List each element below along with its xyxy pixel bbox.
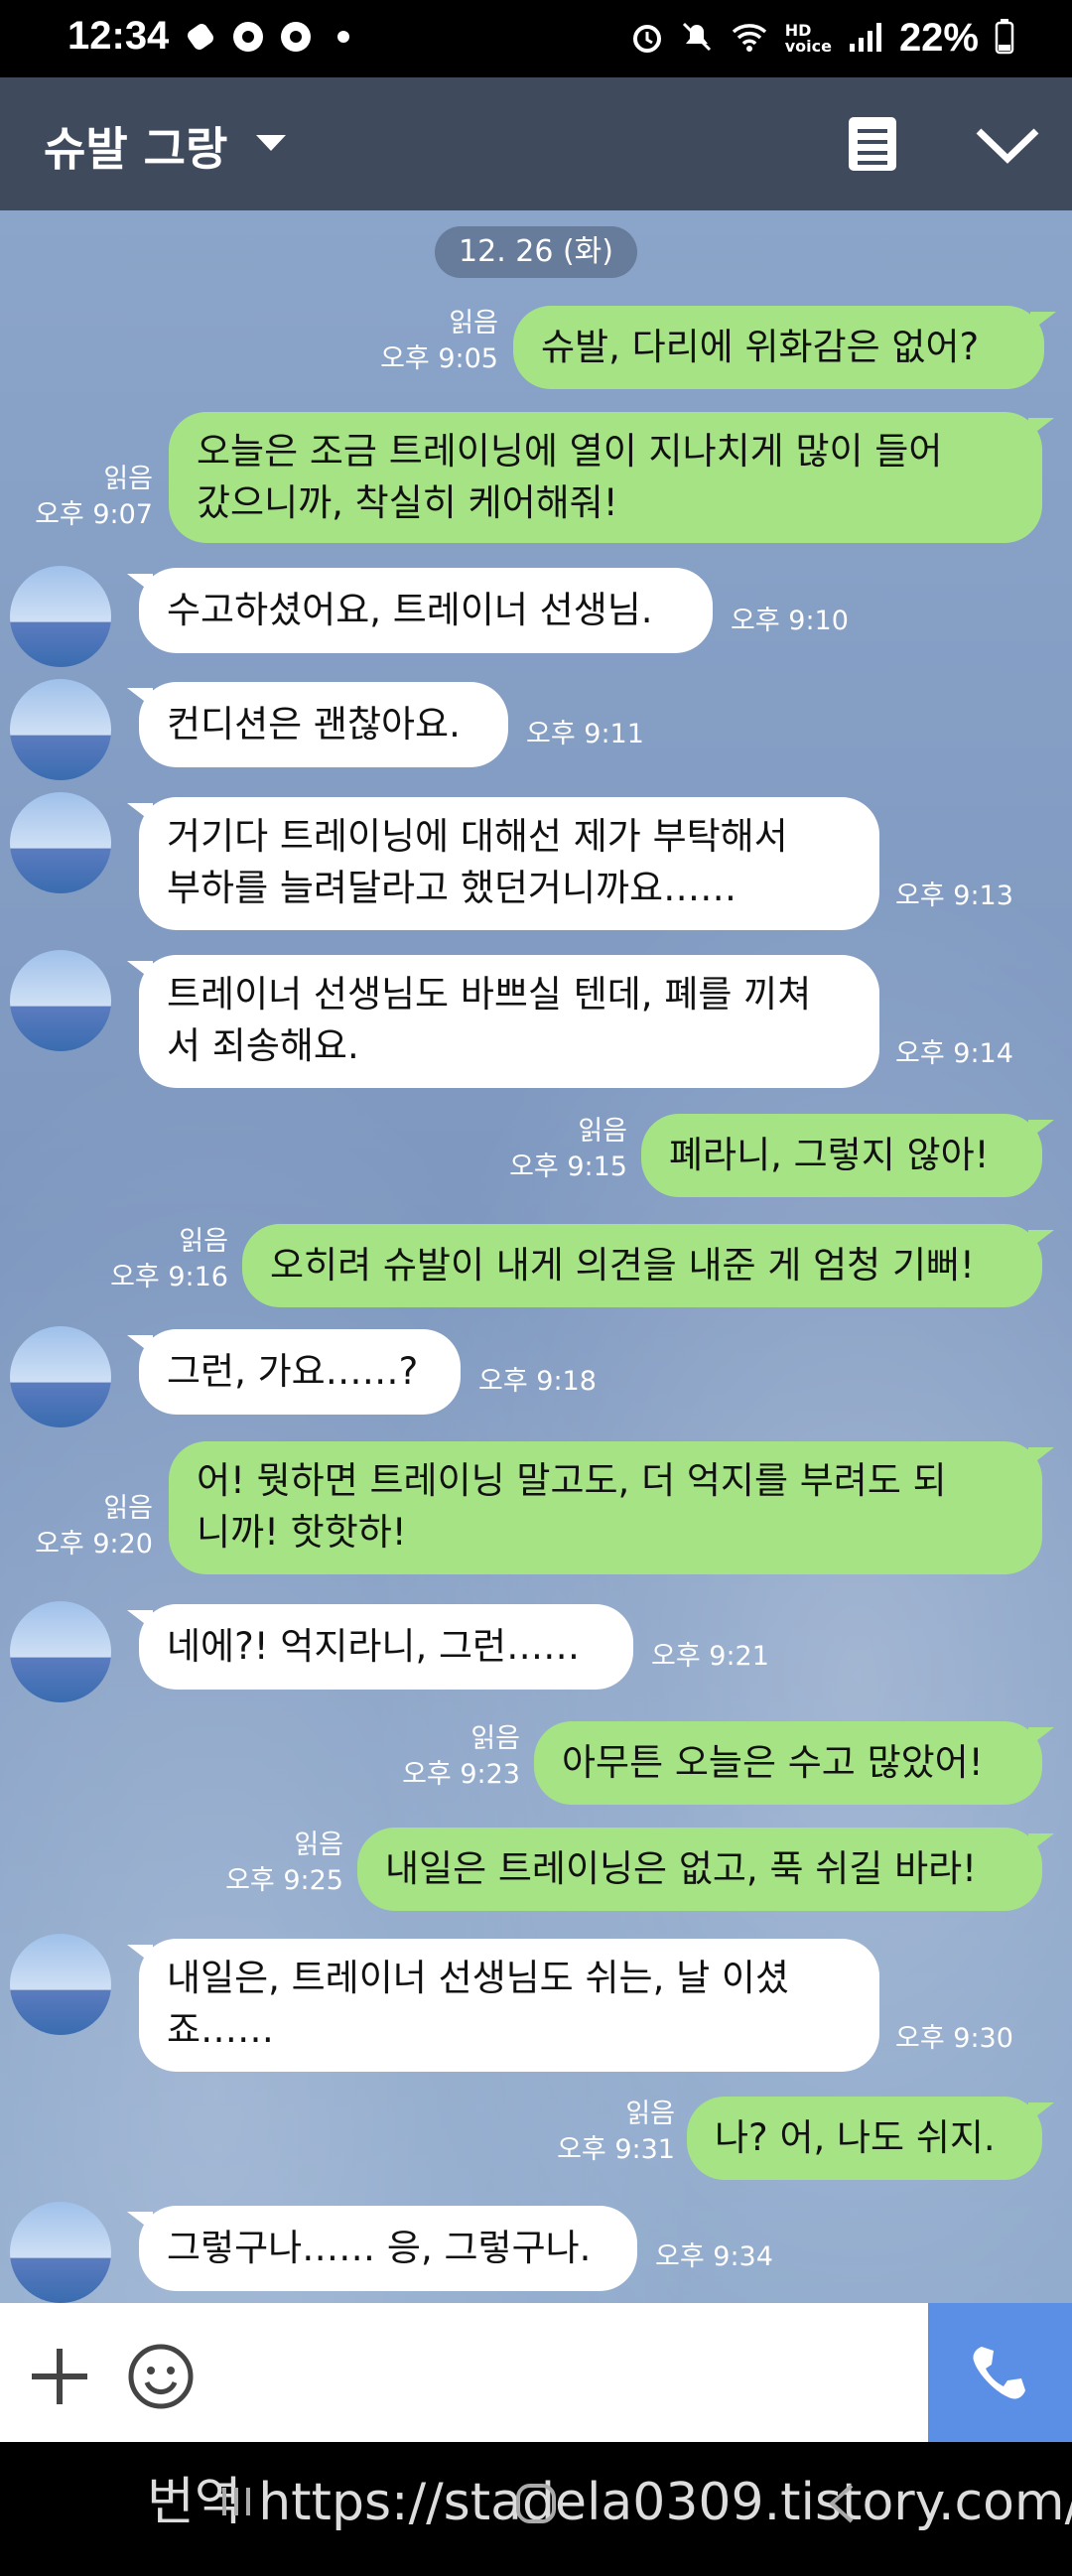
message-bubble-received[interactable]: 트레이너 선생님도 바쁘실 텐데, 폐를 끼쳐 서 죄송해요. (127, 955, 879, 1088)
message-bubble-sent[interactable]: 슈발, 다리에 위화감은 없어? (513, 306, 1056, 389)
dropdown-arrow-icon[interactable] (256, 135, 286, 157)
phone-icon (973, 2347, 1025, 2399)
status-right: HD voice 22% (630, 16, 1014, 61)
avatar[interactable] (10, 792, 111, 893)
note-icon[interactable] (844, 115, 901, 173)
emoji-icon[interactable] (127, 2343, 195, 2410)
dot-icon (327, 20, 360, 54)
avatar[interactable] (10, 2202, 111, 2303)
read-receipt: 읽음 (294, 1830, 343, 1860)
message-bubble-sent[interactable]: 폐라니, 그렇지 않아! (641, 1114, 1054, 1197)
message-meta: 읽음 오후 9:07 (22, 462, 153, 533)
message-time: 오후 9:31 (557, 2134, 675, 2165)
message-time: 오후 9:23 (402, 1759, 520, 1790)
mute-icon (680, 20, 714, 58)
avatar[interactable] (10, 679, 111, 780)
message-bubble-sent[interactable]: 아무튼 오늘은 수고 많았어! (534, 1721, 1054, 1805)
message-bubble-sent[interactable]: 오늘은 조금 트레이닝에 열이 지나치게 많이 들어 갔으니까, 착실히 케어해… (169, 412, 1054, 543)
message-time: 오후 9:20 (35, 1529, 153, 1559)
read-receipt: 읽음 (578, 1116, 627, 1147)
message-time: 오후 9:34 (655, 2241, 773, 2272)
message-time: 오후 9:16 (110, 1262, 228, 1292)
collapse-chevron-icon[interactable] (973, 121, 1042, 171)
message-meta: 읽음 오후 9:25 (212, 1828, 343, 1899)
avatar[interactable] (10, 1934, 111, 2035)
message-time: 오후 9:14 (895, 1038, 1013, 1069)
app-icon (184, 20, 217, 54)
status-time: 12:34 (67, 14, 170, 58)
message-line: 트레이너 선생님도 바쁘실 텐데, 폐를 끼쳐 (167, 973, 812, 1016)
message-bubble-received[interactable]: 그렇구나…… 응, 그렇구나. (127, 2206, 637, 2291)
avatar[interactable] (10, 566, 111, 667)
message-line: 부하를 늘려달라고 했던거니까요…… (167, 867, 737, 909)
read-receipt: 읽음 (103, 1493, 153, 1524)
message-line: 니까! 핫핫하! (197, 1511, 407, 1554)
message-line: 오늘은 조금 트레이닝에 열이 지나치게 많이 들어 (197, 430, 943, 473)
notification-icons (184, 20, 360, 54)
message-meta: 읽음 오후 9:15 (496, 1114, 627, 1185)
message-bubble-received[interactable]: 컨디션은 괜찮아요. (127, 682, 508, 767)
message-bubble-received[interactable]: 내일은, 트레이너 선생님도 쉬는, 날 이셨 죠…… (127, 1939, 879, 2072)
status-bar: 12:34 HD voice 22% (0, 0, 1072, 77)
message-time: 오후 9:18 (478, 1366, 597, 1397)
message-input-bar[interactable] (0, 2303, 928, 2442)
read-receipt: 읽음 (179, 1226, 228, 1257)
message-line: 거기다 트레이닝에 대해선 제가 부탁해서 (167, 815, 788, 858)
avatar[interactable] (10, 1601, 111, 1702)
message-line: 서 죄송해요. (167, 1024, 359, 1067)
message-time: 오후 9:05 (380, 343, 498, 374)
message-bubble-sent[interactable]: 내일은 트레이닝은 없고, 푹 쉬길 바라! (357, 1828, 1054, 1911)
message-line: 어! 뭣하면 트레이닝 말고도, 더 억지를 부려도 되 (197, 1459, 947, 1502)
home-icon[interactable] (514, 2482, 558, 2529)
message-time: 오후 9:30 (895, 2023, 1013, 2054)
message-bubble-sent[interactable]: 어! 뭣하면 트레이닝 말고도, 더 억지를 부려도 되 니까! 핫핫하! (169, 1441, 1054, 1574)
message-bubble-sent[interactable]: 오히려 슈발이 내게 의견을 내준 게 엄청 기뻐! (242, 1224, 1054, 1307)
wifi-icon (730, 20, 769, 58)
call-button[interactable] (928, 2303, 1072, 2442)
message-line: 내일은, 트레이너 선생님도 쉬는, 날 이셨 (167, 1957, 789, 1999)
read-receipt: 읽음 (103, 464, 153, 494)
avatar[interactable] (10, 1326, 111, 1427)
read-receipt: 읽음 (449, 308, 498, 339)
message-bubble-received[interactable]: 네에?! 억지라니, 그런…… (127, 1604, 633, 1690)
read-receipt: 읽음 (625, 2099, 675, 2129)
back-icon[interactable] (824, 2482, 860, 2529)
message-time: 오후 9:07 (35, 499, 153, 530)
date-divider: 12. 26 (화) (435, 226, 637, 278)
battery-percent: 22% (898, 16, 979, 60)
aperture-icon (231, 20, 265, 54)
message-time: 오후 9:10 (731, 606, 849, 636)
message-time: 오후 9:25 (225, 1865, 343, 1896)
message-meta: 읽음 오후 9:23 (389, 1721, 520, 1793)
recent-apps-icon[interactable] (216, 2482, 256, 2525)
message-line: 죠…… (167, 2008, 275, 2051)
message-line: 갔으니까, 착실히 케어해줘! (197, 481, 618, 524)
message-meta: 읽음 오후 9:20 (22, 1491, 153, 1562)
message-time: 오후 9:13 (895, 881, 1013, 911)
read-receipt: 읽음 (470, 1723, 520, 1754)
message-time: 오후 9:21 (651, 1641, 769, 1672)
message-bubble-received[interactable]: 거기다 트레이닝에 대해선 제가 부탁해서 부하를 늘려달라고 했던거니까요…… (127, 797, 879, 930)
battery-icon (995, 18, 1014, 59)
message-meta: 읽음 오후 9:31 (544, 2097, 675, 2168)
watermark-text: 번역 https://stadela0309.tistory.com/ (147, 2473, 1072, 2532)
message-bubble-sent[interactable]: 나? 어, 나도 쉬지. (687, 2097, 1054, 2180)
plus-icon[interactable] (28, 2345, 91, 2408)
signal-icon (848, 20, 883, 58)
aperture-icon (279, 20, 313, 54)
hd-voice-icon: HD voice (784, 20, 832, 56)
message-time: 오후 9:11 (526, 719, 644, 749)
avatar[interactable] (10, 950, 111, 1051)
chat-header: 슈발 그랑 (0, 77, 1072, 210)
message-meta: 읽음 오후 9:16 (97, 1224, 228, 1295)
alarm-icon (630, 20, 664, 58)
message-bubble-received[interactable]: 수고하셨어요, 트레이너 선생님. (127, 568, 713, 653)
message-meta: 읽음 오후 9:05 (367, 306, 498, 377)
message-bubble-received[interactable]: 그런, 가요……? (127, 1329, 461, 1415)
chat-title[interactable]: 슈발 그랑 (44, 113, 227, 179)
message-time: 오후 9:15 (509, 1152, 627, 1182)
